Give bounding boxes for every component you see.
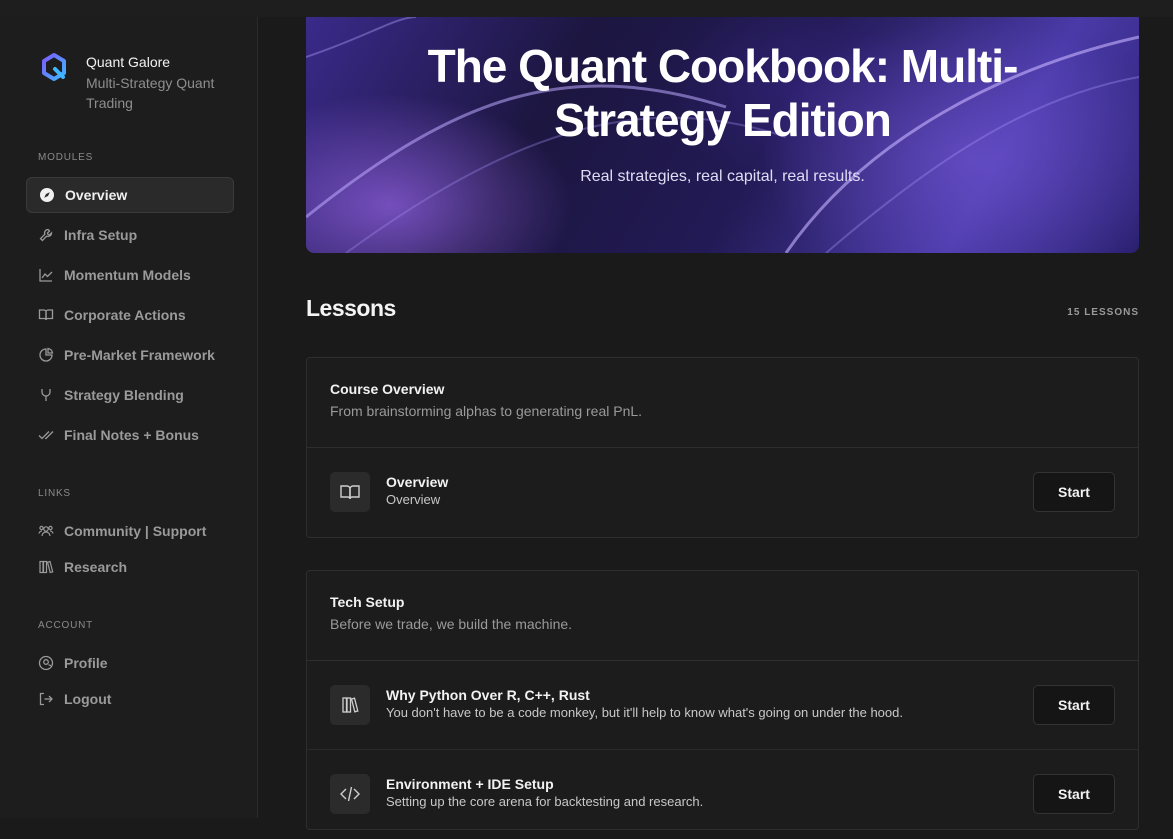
sidebar-item-label: Infra Setup [64,227,138,243]
lesson-subtitle: You don't have to be a code monkey, but … [386,705,903,720]
code-icon [330,774,370,814]
brand[interactable]: Quant Galore Multi-Strategy Quant Tradin… [40,53,236,113]
sidebar-item-label: Momentum Models [64,267,191,283]
user-circle-icon [38,655,54,671]
lesson-row[interactable]: Overview Overview Start [307,448,1138,537]
sidebar-item-profile[interactable]: Profile [26,645,234,681]
lessons-count: 15 LESSONS [1067,307,1139,318]
start-lesson-button[interactable]: Start [1033,472,1115,512]
course-title: The Quant Cookbook: Multi- Strategy Edit… [306,39,1139,147]
merge-icon [38,387,54,403]
sidebar-item-label: Corporate Actions [64,307,186,323]
sidebar-item-strategy-blending[interactable]: Strategy Blending [26,377,234,413]
book-open-icon [38,307,54,323]
users-icon [38,523,54,539]
section-description: From brainstorming alphas to generating … [330,403,643,419]
links-section-label: LINKS [38,488,71,499]
account-section-label: ACCOUNT [38,620,94,631]
sidebar-item-overview[interactable]: Overview [26,177,234,213]
lesson-title: Environment + IDE Setup [386,776,554,792]
lesson-row[interactable]: Environment + IDE Setup Setting up the c… [307,750,1138,839]
sidebar-item-infra-setup[interactable]: Infra Setup [26,217,234,253]
sidebar-item-label: Research [64,559,128,575]
sidebar-item-label: Pre-Market Framework [64,347,215,363]
lesson-title: Why Python Over R, C++, Rust [386,687,590,703]
sidebar-item-logout[interactable]: Logout [26,681,234,717]
course-subtitle: Real strategies, real capital, real resu… [580,168,865,185]
line-chart-icon [38,267,54,283]
course-title-line-1: The Quant Cookbook: Multi- [427,40,1019,92]
sidebar-item-label: Logout [64,691,112,707]
lesson-subtitle: Setting up the core arena for backtestin… [386,794,704,809]
library-icon [330,685,370,725]
sidebar-item-label: Profile [64,655,108,671]
sidebar: Quant Galore Multi-Strategy Quant Tradin… [0,17,258,818]
lesson-section-course-overview: Course Overview From brainstorming alpha… [306,357,1139,538]
sidebar-item-label: Overview [65,187,128,203]
start-lesson-button[interactable]: Start [1033,685,1115,725]
sidebar-item-final-notes[interactable]: Final Notes + Bonus [26,417,234,453]
lesson-title: Overview [386,474,449,490]
main-content: The Quant Cookbook: Multi- Strategy Edit… [258,17,1173,830]
logout-icon [38,691,54,707]
book-open-icon [330,472,370,512]
start-lesson-button[interactable]: Start [1033,774,1115,814]
sidebar-item-corporate-actions[interactable]: Corporate Actions [26,297,234,333]
sidebar-item-label: Final Notes + Bonus [64,427,199,443]
modules-section-label: MODULES [38,152,94,163]
section-description: Before we trade, we build the machine. [330,616,573,632]
top-bar [0,0,1173,17]
lesson-subtitle: Overview [386,492,441,507]
sidebar-item-momentum-models[interactable]: Momentum Models [26,257,234,293]
lessons-heading: Lessons [306,295,396,321]
library-icon [38,559,54,575]
sidebar-item-research[interactable]: Research [26,549,234,585]
double-check-icon [38,427,54,443]
sidebar-item-label: Community | Support [64,523,207,539]
pie-chart-icon [38,347,54,363]
lesson-row[interactable]: Why Python Over R, C++, Rust You don't h… [307,661,1138,750]
sidebar-item-label: Strategy Blending [64,387,184,403]
sidebar-item-community-support[interactable]: Community | Support [26,513,234,549]
course-hero-banner: The Quant Cookbook: Multi- Strategy Edit… [306,17,1139,253]
wrench-icon [38,227,54,243]
brand-name: Quant Galore [86,54,171,70]
section-title: Tech Setup [330,594,405,610]
section-title: Course Overview [330,381,445,397]
brand-subtitle: Multi-Strategy Quant Trading [86,75,215,111]
lesson-section-tech-setup: Tech Setup Before we trade, we build the… [306,570,1139,830]
quant-galore-logo-icon [42,53,66,81]
sidebar-item-pre-market-framework[interactable]: Pre-Market Framework [26,337,234,373]
compass-icon [39,187,55,203]
course-title-line-2: Strategy Edition [554,94,892,146]
